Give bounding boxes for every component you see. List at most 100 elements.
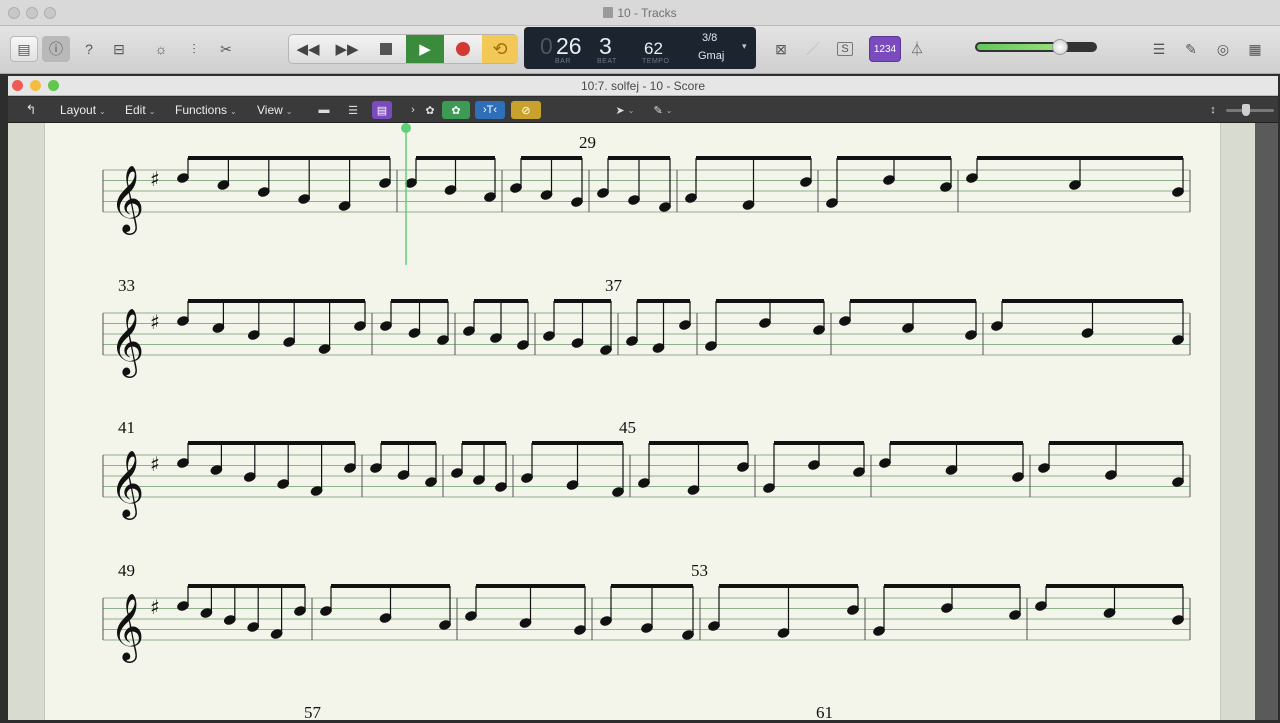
stop-button[interactable]: [367, 35, 405, 63]
mixer-button[interactable]: ⫶: [181, 36, 207, 62]
chevron-down-icon: ⌄: [99, 107, 106, 116]
mixer-icon: ⫶: [192, 40, 196, 57]
smart-controls-icon: ☼: [154, 41, 168, 57]
catch-icon: ›T‹: [482, 104, 498, 116]
fast-forward-button[interactable]: ▶▶: [328, 35, 366, 63]
replace-button[interactable]: ⊠: [768, 36, 794, 62]
print-view-icon: ▤: [376, 104, 388, 117]
metronome-button[interactable]: ⏃: [904, 36, 930, 62]
print-view-button[interactable]: ▤: [372, 101, 392, 119]
score-left-margin: [8, 123, 45, 720]
score-window-titlebar: 10:7. solfej - 10 - Score: [8, 76, 1278, 96]
lcd-beat: 3: [599, 33, 612, 59]
vertical-zoom-icon: ↕: [1210, 104, 1216, 116]
solo-icon: S: [837, 42, 853, 56]
chevron-right-icon: ›: [411, 104, 415, 116]
score-window-title: 10:7. solfej - 10 - Score: [580, 79, 706, 93]
menu-view[interactable]: View ⌄: [257, 103, 293, 117]
score-right-margin: [1220, 123, 1255, 720]
bar-number: 29: [579, 133, 596, 152]
lcd-tempo-label: TEMPO: [642, 58, 670, 65]
lcd-bar: 26: [556, 33, 582, 59]
bar-number: 57: [304, 703, 321, 722]
menu-functions[interactable]: Functions ⌄: [175, 103, 237, 117]
score-toolbar: ↰ Layout ⌄ Edit ⌄ Functions ⌄ View ⌄ ▬ ☰ ▤ ›…: [8, 97, 1278, 123]
lcd-key: Gmaj: [698, 50, 725, 62]
part-box-icon: ✿: [451, 104, 461, 117]
menu-edit[interactable]: Edit ⌄: [125, 103, 155, 117]
play-icon: ▶: [419, 41, 431, 58]
pencil-icon: ✎: [653, 104, 663, 117]
count-in-label: 1234: [873, 43, 897, 55]
lcd-menu-chevron-icon[interactable]: ▾: [742, 41, 747, 52]
chevron-down-icon: ⌄: [285, 107, 293, 116]
tuner-button[interactable]: ／: [800, 36, 826, 62]
fast-forward-icon: ▶▶: [335, 41, 359, 58]
loop-browser-button[interactable]: ◎: [1210, 36, 1236, 62]
master-volume-slider[interactable]: [975, 42, 1097, 52]
record-icon: [456, 42, 470, 56]
linear-view-button[interactable]: ▬: [314, 101, 334, 119]
lcd-tempo: 62: [644, 39, 663, 58]
library-button[interactable]: ▤: [10, 36, 38, 62]
hierarchy-button[interactable]: ↰: [22, 101, 40, 119]
browsers-button[interactable]: ▦: [1242, 36, 1268, 62]
menu-layout[interactable]: Layout ⌄: [60, 103, 106, 117]
toolbar-toggle-button[interactable]: ⊟: [106, 36, 132, 62]
note-pad-icon: ✎: [1185, 40, 1197, 57]
replace-icon: ⊠: [775, 40, 787, 57]
count-in-button[interactable]: 1234: [869, 36, 901, 62]
metronome-icon: ⏃: [910, 41, 924, 57]
master-volume-fill: [977, 44, 1061, 50]
link-button[interactable]: ⊘: [511, 101, 541, 119]
linear-view-icon: ▬: [318, 104, 330, 116]
document-icon: [603, 7, 614, 18]
note-pad-button[interactable]: ✎: [1178, 36, 1204, 62]
lcd-display[interactable]: 0 26 3 BAR BEAT 62 TEMPO 3/8 Gmaj ▾: [524, 27, 756, 69]
lcd-bar-prefix: 0: [540, 33, 553, 59]
part-box-button[interactable]: ✿: [442, 101, 470, 119]
bar-number: 41: [118, 418, 135, 437]
solo-button[interactable]: S: [832, 36, 858, 62]
help-icon: ?: [85, 41, 93, 57]
page-view-icon: ☰: [348, 104, 358, 117]
master-volume-knob[interactable]: [1052, 39, 1068, 55]
pointer-tool-button[interactable]: ➤ ⌄: [610, 101, 640, 119]
vertical-scrollbar[interactable]: [1255, 123, 1278, 720]
loop-icon: ◎: [1216, 40, 1230, 57]
inspector-button[interactable]: ⓘ: [42, 36, 70, 62]
zoom-slider-knob[interactable]: [1242, 104, 1250, 116]
expand-button[interactable]: ›: [406, 101, 420, 119]
zoom-slider[interactable]: [1226, 109, 1274, 112]
rewind-icon: ◀◀: [296, 41, 320, 58]
stop-icon: [380, 43, 392, 55]
main-window-titlebar: 10 - Tracks: [0, 0, 1280, 26]
bar-number: 37: [605, 276, 622, 295]
info-icon: ⓘ: [49, 41, 63, 57]
record-button[interactable]: [445, 35, 481, 63]
bar-number: 61: [816, 703, 833, 722]
cycle-button[interactable]: ⟲: [482, 35, 518, 63]
library-icon: ▤: [17, 40, 31, 57]
play-button[interactable]: ▶: [406, 35, 444, 63]
link-icon: ⊘: [521, 104, 531, 117]
chevron-down-icon: ⌄: [230, 107, 237, 116]
quick-help-button[interactable]: ?: [76, 36, 102, 62]
pointer-icon: ➤: [615, 104, 625, 117]
catch-button[interactable]: ›T‹: [475, 101, 505, 119]
editors-button[interactable]: ✂: [213, 36, 239, 62]
page-view-button[interactable]: ☰: [343, 101, 363, 119]
pencil-tool-button[interactable]: ✎ ⌄: [648, 101, 678, 119]
lcd-bar-label: BAR: [555, 58, 571, 65]
list-editors-button[interactable]: ☰: [1146, 36, 1172, 62]
palette-button[interactable]: ✿: [420, 101, 440, 119]
tuner-icon: ／: [806, 41, 820, 57]
bar-number: 33: [118, 276, 135, 295]
toolbar-icon: ⊟: [113, 40, 125, 57]
browser-icon: ▦: [1248, 40, 1262, 57]
bar-number: 49: [118, 561, 135, 580]
smart-controls-button[interactable]: ☼: [148, 36, 174, 62]
rewind-button[interactable]: ◀◀: [289, 35, 327, 63]
chevron-down-icon: ⌄: [148, 107, 156, 116]
lcd-time-signature: 3/8: [702, 32, 718, 44]
